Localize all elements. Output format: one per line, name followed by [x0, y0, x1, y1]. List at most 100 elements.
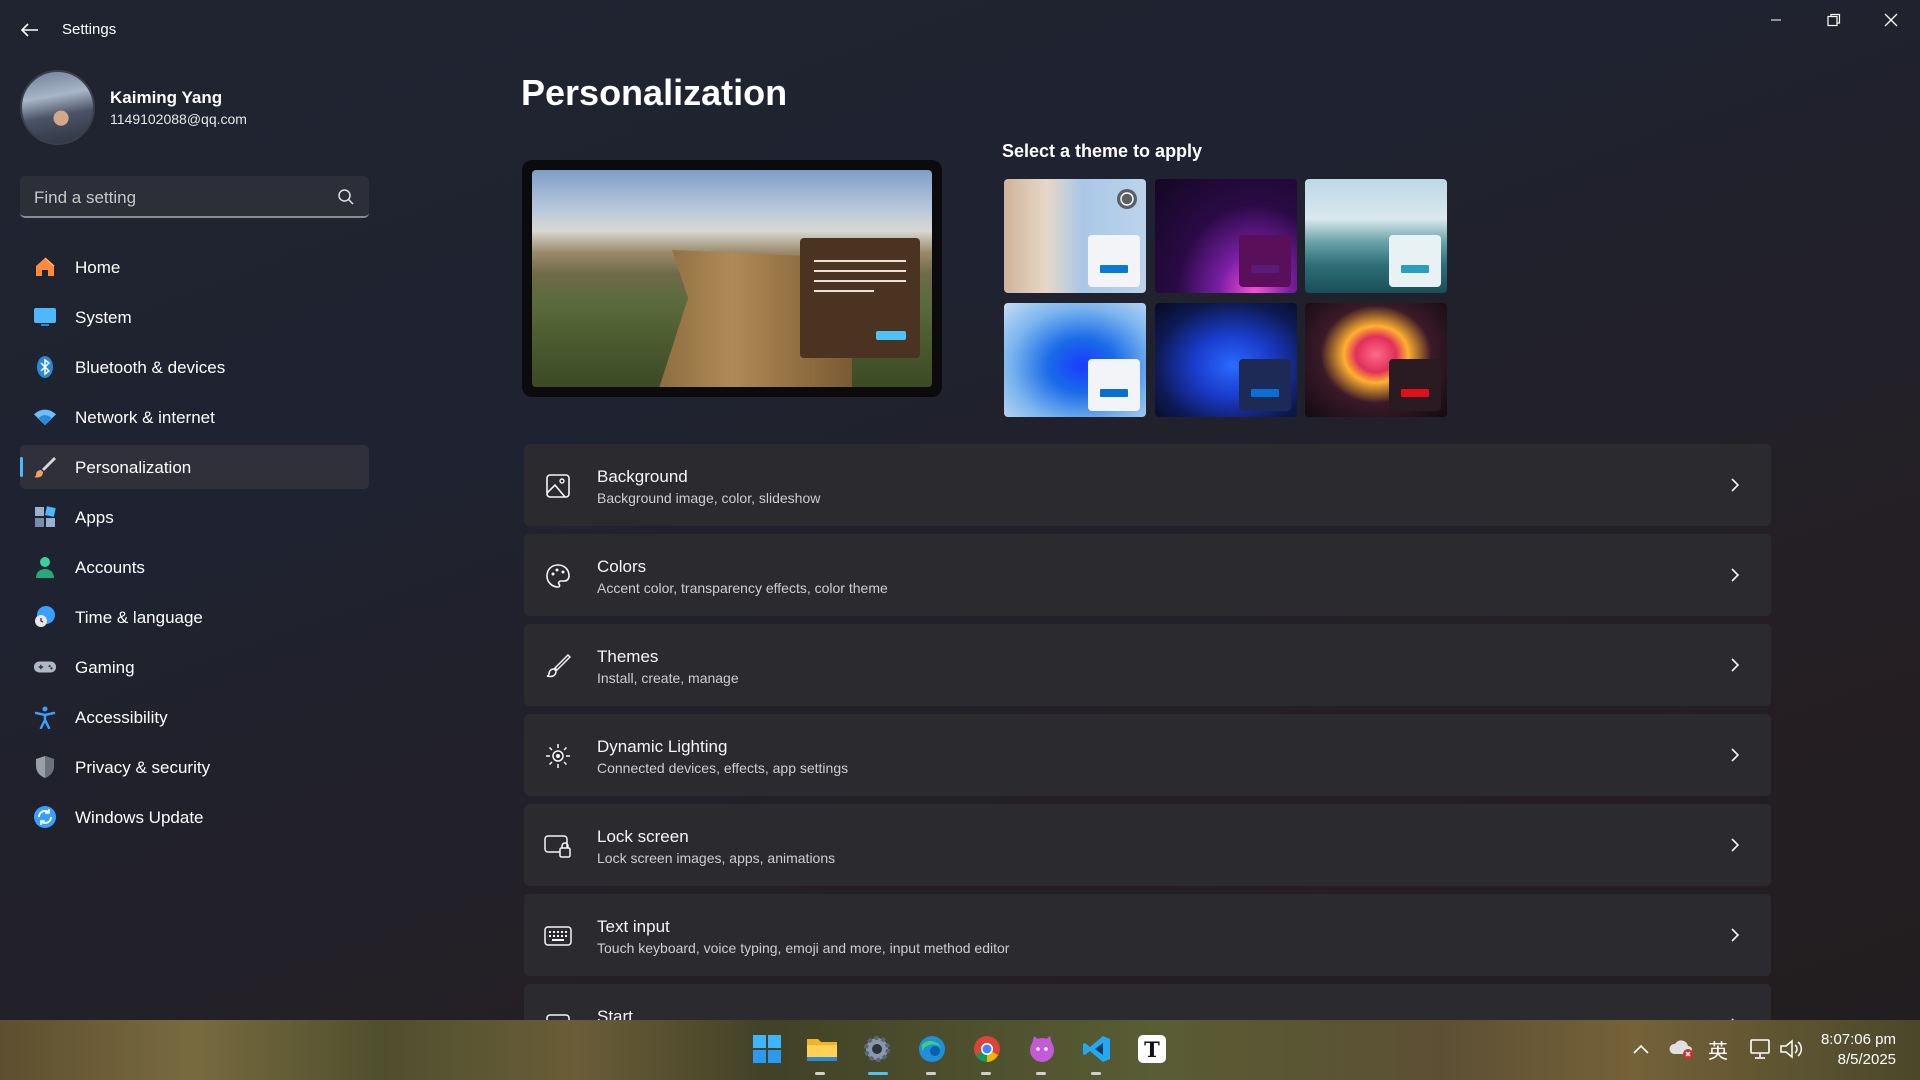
close-button[interactable]: [1863, 0, 1919, 40]
clock-time[interactable]: 8:07:06 pm: [1821, 1031, 1896, 1048]
ime-indicator[interactable]: 英: [1701, 1032, 1735, 1066]
search-icon[interactable]: [337, 188, 355, 206]
volume-icon[interactable]: [1774, 1032, 1808, 1066]
sidebar-item-label: Personalization: [75, 458, 192, 477]
onedrive-error-icon[interactable]: [1665, 1032, 1699, 1066]
chevron-right-icon: [1731, 568, 1740, 582]
card-subtitle: Touch keyboard, voice typing, emoji and …: [597, 940, 1010, 956]
edge-icon[interactable]: [915, 1032, 949, 1066]
settings-list: Background Background image, color, slid…: [524, 444, 1771, 1074]
app-open-indicator: [1091, 1072, 1101, 1075]
sidebar-nav: Home System Bluetooth & devices Network …: [20, 245, 369, 845]
app-open-indicator: [926, 1072, 936, 1075]
sidebar-item-time-language[interactable]: Time & language: [20, 595, 369, 639]
file-explorer-icon[interactable]: [805, 1032, 839, 1066]
sidebar-item-label: Accessibility: [75, 708, 168, 727]
settings-app-icon[interactable]: [860, 1032, 894, 1066]
back-button[interactable]: [14, 16, 46, 44]
card-subtitle: Background image, color, slideshow: [597, 490, 821, 506]
monitor-icon: [33, 305, 57, 329]
network-icon[interactable]: [1744, 1032, 1778, 1066]
restore-button[interactable]: [1806, 0, 1862, 40]
person-icon: [33, 555, 57, 579]
sidebar-item-personalization[interactable]: Personalization: [20, 445, 369, 489]
theme-accent-bar: [1251, 389, 1279, 397]
typora-icon[interactable]: T: [1135, 1032, 1169, 1066]
search-placeholder: Find a setting: [34, 188, 137, 207]
setting-card-themes[interactable]: Themes Install, create, manage: [524, 624, 1771, 706]
palette-icon: [544, 562, 572, 590]
app-open-indicator: [981, 1072, 991, 1075]
sidebar-item-home[interactable]: Home: [20, 245, 369, 289]
themes-heading: Select a theme to apply: [1002, 141, 1203, 161]
card-subtitle: Lock screen images, apps, animations: [597, 850, 836, 866]
show-hidden-icons-chevron-icon[interactable]: [1624, 1032, 1658, 1066]
paintbrush-icon: [33, 455, 57, 479]
maximize-icon: [1827, 13, 1841, 27]
sidebar-item-privacy[interactable]: Privacy & security: [20, 745, 369, 789]
theme-tile[interactable]: [1305, 179, 1447, 293]
preview-window: [800, 238, 920, 358]
sidebar-item-label: Bluetooth & devices: [75, 358, 226, 377]
taskbar: T 英 8:07:06 pm 8/5/2025: [0, 1020, 1920, 1080]
vscode-icon[interactable]: [1080, 1032, 1114, 1066]
theme-tile-badge-icon: [1117, 189, 1137, 209]
back-arrow-icon: [21, 23, 38, 37]
desktop-preview-image: [532, 170, 932, 387]
sidebar-item-gaming[interactable]: Gaming: [20, 645, 369, 689]
update-icon: [33, 805, 57, 829]
avatar[interactable]: [20, 70, 95, 145]
user-name: Kaiming Yang: [110, 88, 223, 107]
search-input[interactable]: Find a setting: [20, 176, 369, 218]
sidebar-item-label: Accounts: [75, 558, 145, 577]
setting-card-colors[interactable]: Colors Accent color, transparency effect…: [524, 534, 1771, 616]
theme-accent-bar: [1100, 265, 1128, 273]
setting-card-lock-screen[interactable]: Lock screen Lock screen images, apps, an…: [524, 804, 1771, 886]
image-icon: [544, 472, 572, 500]
sidebar-item-bluetooth[interactable]: Bluetooth & devices: [20, 345, 369, 389]
chevron-right-icon: [1731, 478, 1740, 492]
theme-tile[interactable]: [1004, 179, 1146, 293]
bluetooth-icon: [33, 355, 57, 379]
sidebar-item-apps[interactable]: Apps: [20, 495, 369, 539]
sidebar-item-system[interactable]: System: [20, 295, 369, 339]
preview-accent-button: [876, 331, 906, 340]
card-title: Background: [597, 467, 688, 486]
clock-date[interactable]: 8/5/2025: [1838, 1051, 1896, 1068]
close-icon: [1884, 13, 1898, 27]
home-icon: [33, 255, 57, 279]
card-title: Dynamic Lighting: [597, 737, 728, 756]
cat-app-icon[interactable]: [1025, 1032, 1059, 1066]
keyboard-icon: [544, 922, 572, 950]
theme-tile[interactable]: [1155, 179, 1297, 293]
theme-accent-bar: [1401, 265, 1429, 273]
theme-mini-window: [1239, 359, 1291, 411]
user-profile[interactable]: Kaiming Yang 1149102088@qq.com: [20, 70, 360, 146]
accessibility-icon: [33, 705, 57, 729]
card-title: Colors: [597, 557, 647, 576]
sidebar-item-network[interactable]: Network & internet: [20, 395, 369, 439]
theme-mini-window: [1088, 359, 1140, 411]
setting-card-background[interactable]: Background Background image, color, slid…: [524, 444, 1771, 526]
theme-tile[interactable]: [1155, 303, 1297, 417]
sidebar-item-label: Privacy & security: [75, 758, 211, 777]
setting-card-dynamic-lighting[interactable]: Dynamic Lighting Connected devices, effe…: [524, 714, 1771, 796]
sidebar-item-accessibility[interactable]: Accessibility: [20, 695, 369, 739]
theme-mini-window: [1389, 235, 1441, 287]
windows-start-icon[interactable]: [750, 1032, 784, 1066]
brush-icon: [544, 652, 572, 680]
setting-card-text-input[interactable]: Text input Touch keyboard, voice typing,…: [524, 894, 1771, 976]
minimize-button[interactable]: [1748, 0, 1804, 40]
theme-tile[interactable]: [1305, 303, 1447, 417]
theme-tile[interactable]: [1004, 303, 1146, 417]
chevron-right-icon: [1731, 928, 1740, 942]
card-subtitle: Install, create, manage: [597, 670, 739, 686]
chrome-icon[interactable]: [970, 1032, 1004, 1066]
theme-accent-bar: [1251, 265, 1279, 273]
sidebar-item-accounts[interactable]: Accounts: [20, 545, 369, 589]
title-bar: Settings: [0, 0, 1920, 60]
sidebar-item-windows-update[interactable]: Windows Update: [20, 795, 369, 839]
theme-preview: [522, 160, 942, 397]
card-title: Lock screen: [597, 827, 689, 846]
lock-screen-icon: [544, 832, 572, 860]
